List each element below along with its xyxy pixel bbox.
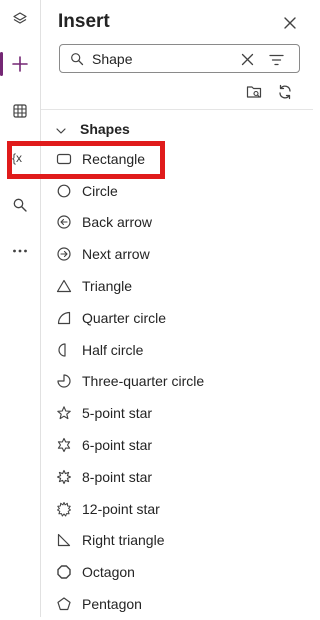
- chevron-down-icon: [56, 121, 66, 137]
- list-item-three-quarter-circle[interactable]: Three-quarter circle: [55, 366, 300, 398]
- right-triangle-icon: [55, 531, 73, 549]
- search-input[interactable]: [92, 48, 232, 69]
- list-item-label: Half circle: [82, 341, 144, 358]
- twelve-point-star-icon: [55, 500, 73, 518]
- three-quarter-circle-icon: [55, 372, 73, 390]
- shapes-section-header[interactable]: Shapes: [56, 119, 130, 139]
- list-item-right-triangle[interactable]: Right triangle: [55, 525, 300, 557]
- list-item-next-arrow[interactable]: Next arrow: [55, 238, 300, 270]
- variables-icon[interactable]: {x: [0, 141, 40, 175]
- shapes-list: Rectangle Circle Back arrow Next arrow T…: [55, 143, 300, 620]
- list-item-5-point-star[interactable]: 5-point star: [55, 397, 300, 429]
- list-item-label: Next arrow: [82, 246, 150, 263]
- list-item-half-circle[interactable]: Half circle: [55, 334, 300, 366]
- five-point-star-icon: [55, 404, 73, 422]
- list-item-6-point-star[interactable]: 6-point star: [55, 429, 300, 461]
- list-item-12-point-star[interactable]: 12-point star: [55, 493, 300, 525]
- close-icon[interactable]: [281, 14, 299, 32]
- list-item-label: Circle: [82, 182, 118, 199]
- list-item-back-arrow[interactable]: Back arrow: [55, 207, 300, 239]
- section-label: Shapes: [80, 121, 130, 137]
- pentagon-icon: [55, 595, 73, 613]
- list-item-label: Triangle: [82, 278, 133, 295]
- list-item-8-point-star[interactable]: 8-point star: [55, 461, 300, 493]
- refresh-icon[interactable]: [277, 84, 293, 105]
- quarter-circle-icon: [55, 309, 73, 327]
- insert-plus-icon[interactable]: [0, 47, 40, 81]
- svg-text:{x: {x: [12, 151, 22, 165]
- list-item-label: Pentagon: [82, 596, 142, 613]
- clear-search-icon[interactable]: [241, 53, 254, 71]
- circle-icon: [55, 182, 73, 200]
- left-rail: {x: [0, 0, 41, 617]
- filter-icon[interactable]: [269, 53, 284, 71]
- list-item-label: 5-point star: [82, 405, 153, 422]
- list-item-pentagon[interactable]: Pentagon: [55, 588, 300, 620]
- rectangle-icon: [55, 150, 73, 168]
- search-icon[interactable]: [0, 188, 40, 222]
- list-item-label: 6-point star: [82, 437, 153, 454]
- data-table-icon[interactable]: [0, 94, 40, 128]
- search-box: [59, 44, 300, 73]
- list-item-label: Three-quarter circle: [82, 373, 205, 390]
- list-item-label: Quarter circle: [82, 309, 167, 326]
- octagon-icon: [55, 563, 73, 581]
- back-arrow-icon: [55, 213, 73, 231]
- list-item-label: Back arrow: [82, 214, 153, 231]
- panel-title: Insert: [58, 11, 110, 32]
- list-item-label: 8-point star: [82, 468, 153, 485]
- layers-icon[interactable]: [0, 2, 40, 36]
- more-options-icon[interactable]: [0, 234, 40, 268]
- next-arrow-icon: [55, 245, 73, 263]
- eight-point-star-icon: [55, 468, 73, 486]
- insert-panel: Insert Shapes Rectangle Ci: [41, 0, 313, 617]
- list-item-rectangle[interactable]: Rectangle: [55, 143, 300, 175]
- six-point-star-icon: [55, 436, 73, 454]
- list-item-label: Right triangle: [82, 532, 165, 549]
- list-item-label: 12-point star: [82, 500, 160, 517]
- list-item-label: Rectangle: [82, 150, 146, 167]
- folder-search-icon[interactable]: [246, 84, 264, 105]
- search-icon: [70, 52, 84, 71]
- list-item-quarter-circle[interactable]: Quarter circle: [55, 302, 300, 334]
- list-item-circle[interactable]: Circle: [55, 175, 300, 207]
- half-circle-icon: [55, 341, 73, 359]
- divider: [41, 109, 313, 110]
- list-item-octagon[interactable]: Octagon: [55, 556, 300, 588]
- list-item-triangle[interactable]: Triangle: [55, 270, 300, 302]
- list-item-label: Octagon: [82, 564, 135, 581]
- triangle-icon: [55, 277, 73, 295]
